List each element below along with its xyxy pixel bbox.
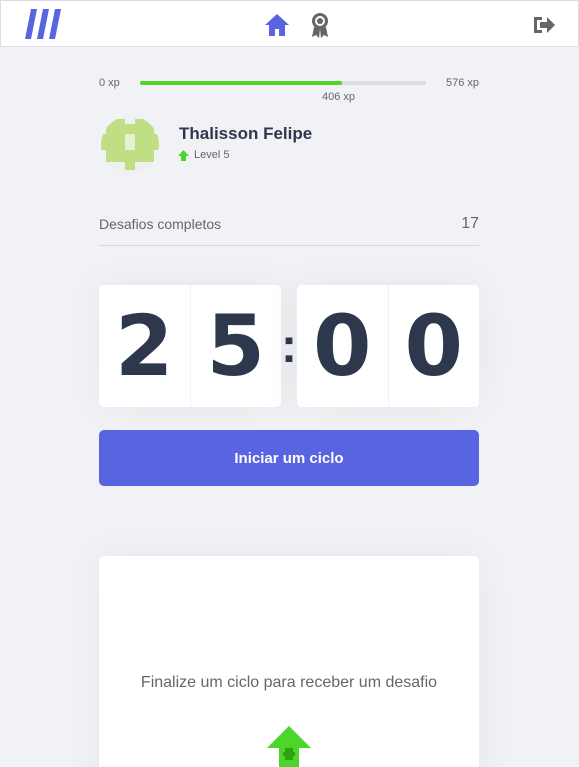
logout-icon[interactable]	[532, 15, 556, 35]
level-up-icon	[267, 726, 311, 767]
avatar	[101, 116, 159, 174]
completed-challenges-label: Desafios completos	[99, 216, 222, 232]
experience-bar: 0 xp 406 xp 576 xp	[99, 75, 479, 105]
countdown-minutes: 2 5	[99, 285, 281, 407]
minute-ones-digit: 5	[189, 285, 282, 407]
award-icon[interactable]	[310, 12, 330, 38]
second-tens-digit: 0	[313, 297, 372, 395]
home-icon[interactable]	[264, 13, 290, 37]
challenge-message: Finalize um ciclo para receber um desafi…	[140, 674, 438, 691]
user-name: Thalisson Felipe	[179, 124, 313, 143]
xp-current-label: 406 xp	[322, 91, 356, 103]
challenge-box: Finalize um ciclo para receber um desafi…	[99, 556, 479, 767]
xp-fill	[140, 81, 342, 85]
minute-tens-digit: 2	[115, 297, 174, 395]
top-navbar	[0, 0, 579, 47]
move-it-logo[interactable]	[23, 7, 63, 41]
completed-challenges-count: 17	[461, 215, 479, 232]
second-ones-digit: 0	[387, 285, 480, 407]
countdown-separator: :	[281, 319, 297, 373]
xp-max-label: 576 xp	[445, 77, 479, 89]
completed-challenges: Desafios completos 17	[99, 208, 479, 246]
xp-min-label: 0 xp	[99, 77, 120, 89]
user-level: Level 5	[178, 149, 229, 161]
profile: Thalisson Felipe Level 5	[99, 114, 479, 174]
level-arrow-icon	[178, 149, 189, 161]
countdown-seconds: 0 0	[297, 285, 479, 407]
start-cycle-button[interactable]: Iniciar um ciclo	[99, 430, 479, 486]
level-label: Level 5	[194, 149, 230, 161]
xp-track	[140, 81, 426, 85]
countdown: 2 5 : 0 0	[99, 285, 479, 407]
